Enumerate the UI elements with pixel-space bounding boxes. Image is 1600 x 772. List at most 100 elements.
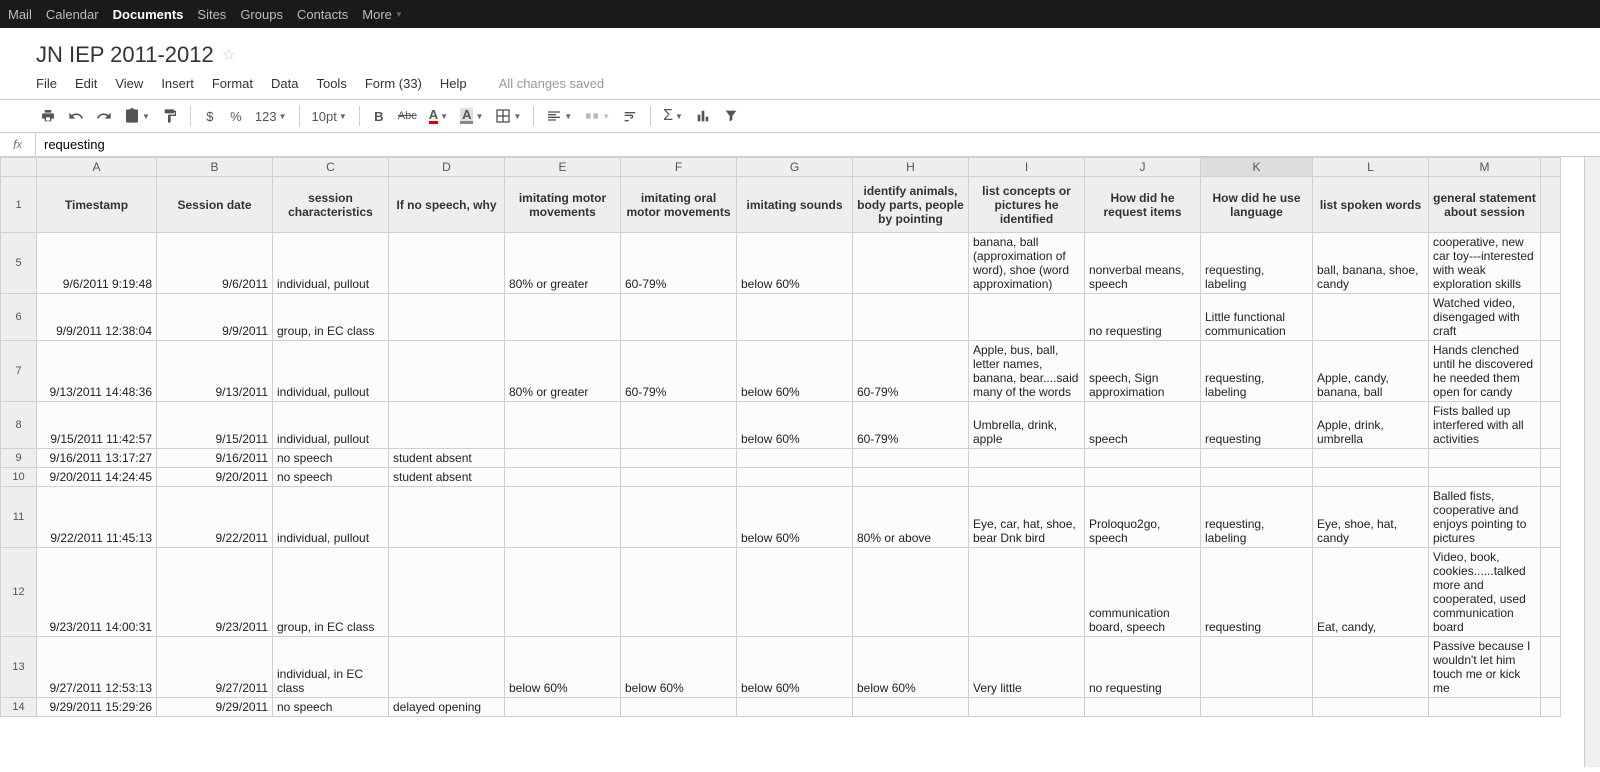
column-title[interactable]: session characteristics <box>273 177 389 233</box>
cell[interactable]: 9/6/2011 <box>157 233 273 294</box>
cell[interactable]: individual, pullout <box>273 402 389 449</box>
cell[interactable]: Umbrella, drink, apple <box>969 402 1085 449</box>
cell[interactable]: 9/23/2011 <box>157 548 273 637</box>
cell[interactable]: below 60% <box>621 637 737 698</box>
nav-contacts[interactable]: Contacts <box>297 7 348 22</box>
cell[interactable] <box>737 294 853 341</box>
cell[interactable] <box>1541 468 1561 487</box>
cell[interactable] <box>969 698 1085 717</box>
menu-format[interactable]: Format <box>212 76 253 91</box>
cell[interactable]: 60-79% <box>853 402 969 449</box>
nav-groups[interactable]: Groups <box>240 7 283 22</box>
cell[interactable] <box>1429 698 1541 717</box>
cell[interactable] <box>389 294 505 341</box>
nav-more[interactable]: More▼ <box>362 7 403 22</box>
cell[interactable]: 9/15/2011 11:42:57 <box>37 402 157 449</box>
document-title[interactable]: JN IEP 2011-2012 <box>36 42 214 68</box>
cell[interactable] <box>621 698 737 717</box>
percent-button[interactable]: % <box>225 104 247 128</box>
cell[interactable]: requesting, labeling <box>1201 341 1313 402</box>
column-title[interactable]: identify animals, body parts, people by … <box>853 177 969 233</box>
cell[interactable]: 80% or above <box>853 487 969 548</box>
cell[interactable]: no speech <box>273 698 389 717</box>
strikethrough-button[interactable]: Abc <box>394 104 421 128</box>
cell[interactable]: group, in EC class <box>273 548 389 637</box>
column-header[interactable]: E <box>505 158 621 177</box>
cell[interactable]: below 60% <box>737 402 853 449</box>
cell[interactable]: speech, Sign approximation <box>1085 341 1201 402</box>
cell[interactable]: no requesting <box>1085 637 1201 698</box>
cell[interactable] <box>969 449 1085 468</box>
cell[interactable] <box>505 449 621 468</box>
chart-button[interactable] <box>691 104 715 128</box>
cell[interactable]: delayed opening <box>389 698 505 717</box>
column-header[interactable]: M <box>1429 158 1541 177</box>
cell[interactable]: below 60% <box>737 637 853 698</box>
menu-view[interactable]: View <box>115 76 143 91</box>
cell[interactable] <box>1313 294 1429 341</box>
undo-button[interactable] <box>64 104 88 128</box>
cell[interactable]: 9/20/2011 14:24:45 <box>37 468 157 487</box>
cell[interactable]: 60-79% <box>853 341 969 402</box>
cell[interactable] <box>1313 468 1429 487</box>
cell[interactable] <box>505 402 621 449</box>
cell[interactable] <box>389 341 505 402</box>
cell[interactable]: requesting, labeling <box>1201 487 1313 548</box>
bold-button[interactable]: B <box>368 104 390 128</box>
nav-sites[interactable]: Sites <box>197 7 226 22</box>
column-header[interactable]: A <box>37 158 157 177</box>
row-header[interactable]: 12 <box>1 548 37 637</box>
cell[interactable]: 9/22/2011 <box>157 487 273 548</box>
menu-insert[interactable]: Insert <box>161 76 194 91</box>
cell[interactable] <box>389 548 505 637</box>
cell[interactable]: 80% or greater <box>505 233 621 294</box>
formula-input[interactable] <box>36 133 1600 156</box>
merge-button[interactable]: ▼ <box>580 104 614 128</box>
cell[interactable]: speech <box>1085 402 1201 449</box>
cell[interactable]: 9/13/2011 <box>157 341 273 402</box>
column-title[interactable]: Session date <box>157 177 273 233</box>
menu-help[interactable]: Help <box>440 76 467 91</box>
cell[interactable]: individual, pullout <box>273 487 389 548</box>
cell[interactable] <box>853 233 969 294</box>
cell[interactable] <box>1201 698 1313 717</box>
cell[interactable] <box>505 698 621 717</box>
cell[interactable]: 9/22/2011 11:45:13 <box>37 487 157 548</box>
cell[interactable] <box>969 548 1085 637</box>
cell[interactable] <box>1429 468 1541 487</box>
cell[interactable] <box>853 468 969 487</box>
cell[interactable]: below 60% <box>853 637 969 698</box>
row-header[interactable]: 10 <box>1 468 37 487</box>
cell[interactable] <box>389 487 505 548</box>
cell[interactable] <box>1085 468 1201 487</box>
cell[interactable]: Very little <box>969 637 1085 698</box>
cell[interactable] <box>1201 449 1313 468</box>
column-title[interactable]: Timestamp <box>37 177 157 233</box>
cell[interactable] <box>1541 294 1561 341</box>
fill-color-button[interactable]: A▼ <box>456 104 487 128</box>
cell[interactable] <box>1085 698 1201 717</box>
text-color-button[interactable]: A▼ <box>425 104 452 128</box>
cell[interactable] <box>1541 233 1561 294</box>
print-button[interactable] <box>36 104 60 128</box>
cell[interactable] <box>1541 402 1561 449</box>
cell[interactable]: cooperative, new car toy---interested wi… <box>1429 233 1541 294</box>
cell[interactable] <box>853 294 969 341</box>
cell[interactable]: 9/15/2011 <box>157 402 273 449</box>
paint-format-button[interactable] <box>158 104 182 128</box>
row-header[interactable]: 14 <box>1 698 37 717</box>
cell[interactable]: Eye, car, hat, shoe, bear Dnk bird <box>969 487 1085 548</box>
cell[interactable] <box>1541 548 1561 637</box>
column-title[interactable]: If no speech, why <box>389 177 505 233</box>
cell[interactable]: Apple, candy, banana, ball <box>1313 341 1429 402</box>
cell[interactable]: no speech <box>273 449 389 468</box>
cell[interactable]: Hands clenched until he discovered he ne… <box>1429 341 1541 402</box>
cell[interactable]: requesting <box>1201 402 1313 449</box>
cell[interactable]: Apple, bus, ball, letter names, banana, … <box>969 341 1085 402</box>
wrap-text-button[interactable] <box>618 104 642 128</box>
menu-tools[interactable]: Tools <box>316 76 346 91</box>
row-header[interactable]: 6 <box>1 294 37 341</box>
cell[interactable] <box>621 449 737 468</box>
cell[interactable]: 9/9/2011 12:38:04 <box>37 294 157 341</box>
cell[interactable] <box>505 487 621 548</box>
